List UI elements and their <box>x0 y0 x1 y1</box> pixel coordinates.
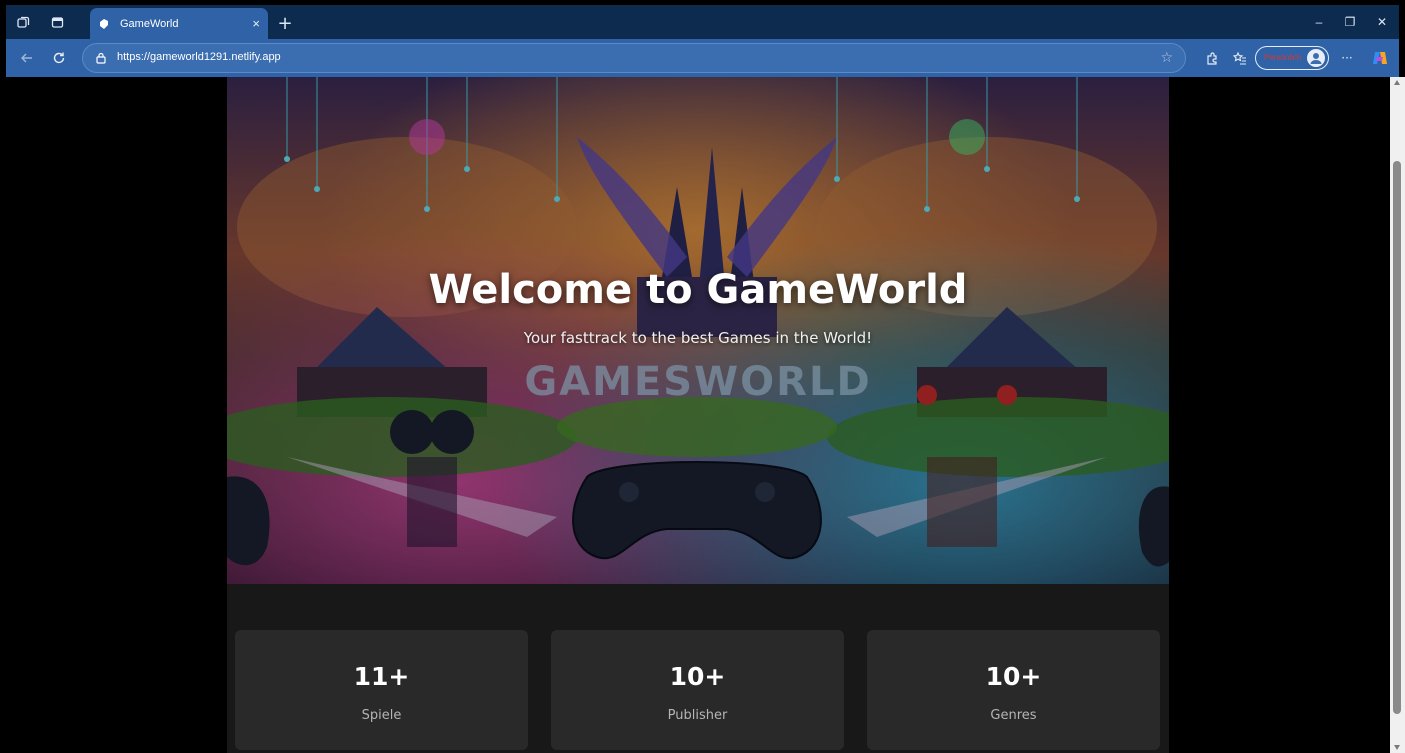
hero-title: Welcome to GameWorld <box>428 267 968 313</box>
new-tab-button[interactable]: + <box>272 10 298 36</box>
stat-label: Spiele <box>361 708 402 723</box>
stat-value: 11+ <box>353 662 410 691</box>
stat-card-genres: 10+ Genres <box>867 630 1160 750</box>
copilot-button[interactable] <box>1367 45 1393 71</box>
back-button[interactable] <box>14 45 40 71</box>
favorite-star-icon[interactable]: ☆ <box>1160 50 1173 66</box>
browser-window: GameWorld × + – ❐ ✕ https://gameworld129… <box>0 0 1405 753</box>
restore-button[interactable]: ❐ <box>1333 5 1367 39</box>
extensions-button[interactable] <box>1198 45 1224 71</box>
workspaces-icon[interactable] <box>6 5 40 39</box>
tab-actions-icon[interactable] <box>40 5 74 39</box>
stat-value: 10+ <box>669 662 726 691</box>
browser-toolbar: https://gameworld1291.netlify.app ☆ Pers… <box>6 39 1399 77</box>
refresh-icon <box>53 52 65 64</box>
stat-card-publisher: 10+ Publisher <box>551 630 844 750</box>
favorites-icon <box>1233 51 1246 65</box>
favorites-button[interactable] <box>1227 45 1253 71</box>
tab-title: GameWorld <box>120 17 179 30</box>
back-arrow-icon <box>21 53 32 63</box>
page-viewport: GAMESWORLD Welcome to GameWorld Your fas… <box>6 77 1390 753</box>
stat-value: 10+ <box>985 662 1042 691</box>
stat-card-games: 11+ Spiele <box>235 630 528 750</box>
scrollbar-thumb[interactable] <box>1393 161 1401 714</box>
hero-subtitle: Your fasttrack to the best Games in the … <box>523 329 873 347</box>
avatar-icon <box>1307 49 1325 67</box>
extensions-icon <box>1206 51 1217 65</box>
scroll-up-arrow-icon[interactable] <box>1394 80 1400 85</box>
profile-label: Persönlich <box>1264 53 1302 62</box>
vertical-scrollbar[interactable] <box>1390 77 1405 753</box>
gameworld-favicon-icon <box>100 18 108 29</box>
minimize-button[interactable]: – <box>1302 5 1336 39</box>
profile-button[interactable]: Persönlich <box>1255 46 1329 70</box>
url-text[interactable]: https://gameworld1291.netlify.app <box>117 51 281 63</box>
tab-strip: GameWorld × + – ❐ ✕ <box>6 5 1399 39</box>
gameworld-page: GAMESWORLD Welcome to GameWorld Your fas… <box>227 77 1169 753</box>
address-bar[interactable]: https://gameworld1291.netlify.app ☆ <box>82 43 1186 73</box>
lock-icon[interactable] <box>95 52 107 64</box>
settings-more-button[interactable]: ··· <box>1334 45 1360 71</box>
copilot-icon <box>1373 52 1387 64</box>
scroll-down-arrow-icon[interactable] <box>1394 745 1400 750</box>
hero-section: GAMESWORLD Welcome to GameWorld Your fas… <box>227 77 1169 584</box>
refresh-button[interactable] <box>46 45 72 71</box>
stats-section: 11+ Spiele 10+ Publisher 10+ Genres <box>235 630 1161 750</box>
stat-label: Genres <box>990 708 1037 723</box>
tab-gameworld[interactable]: GameWorld × <box>90 8 268 39</box>
tab-close-icon[interactable]: × <box>252 16 260 31</box>
close-window-button[interactable]: ✕ <box>1365 5 1399 39</box>
stat-label: Publisher <box>667 708 728 723</box>
